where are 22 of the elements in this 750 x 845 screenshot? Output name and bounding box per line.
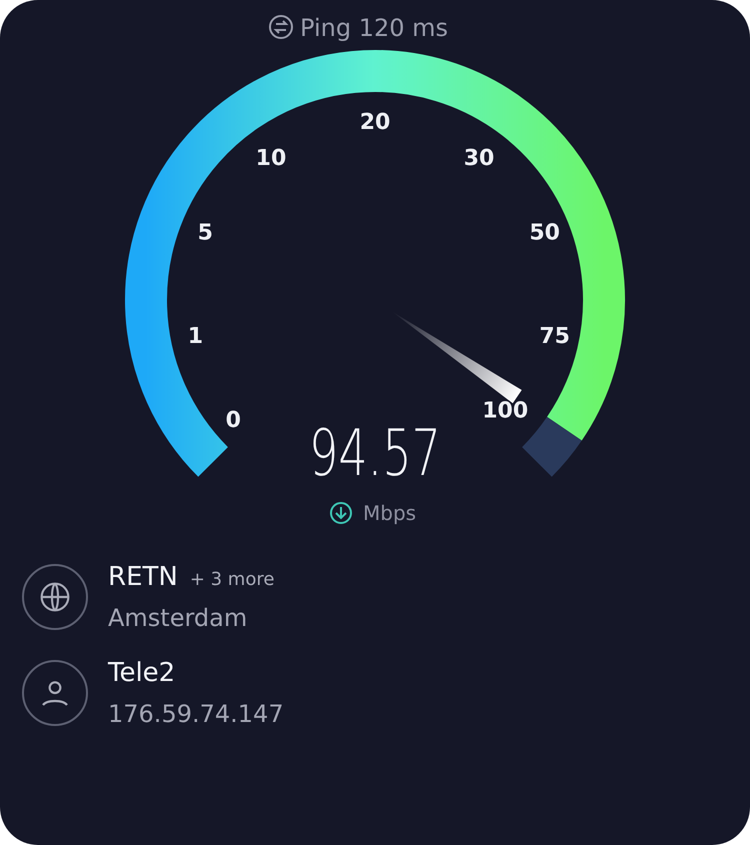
speed-value: 94.57 [309,416,441,492]
tick-label: 1 [188,324,204,349]
server-name: Tele2 [108,658,176,688]
tick-label: 0 [226,408,241,433]
tick-label: 20 [360,110,390,135]
server-detail: Amsterdam [108,604,248,632]
tick-label: 75 [539,324,570,349]
ping-label: Ping 120 ms [300,14,448,42]
more-servers: + 3 more [190,569,274,590]
globe-icon [39,581,71,613]
download-icon [330,502,352,524]
tick-label: 50 [529,220,560,246]
globe-icon-button[interactable] [22,564,88,630]
speed-unit: Mbps [363,501,416,525]
tick-label: 100 [482,398,528,424]
tick-label: 30 [464,146,494,171]
tick-label: 5 [198,220,213,246]
person-icon-button[interactable] [22,660,88,726]
server-name: RETN [108,562,178,592]
tick-label: 10 [256,146,286,171]
gauge-arc-track [522,416,582,476]
server-detail: 176.59.74.147 [108,700,284,728]
